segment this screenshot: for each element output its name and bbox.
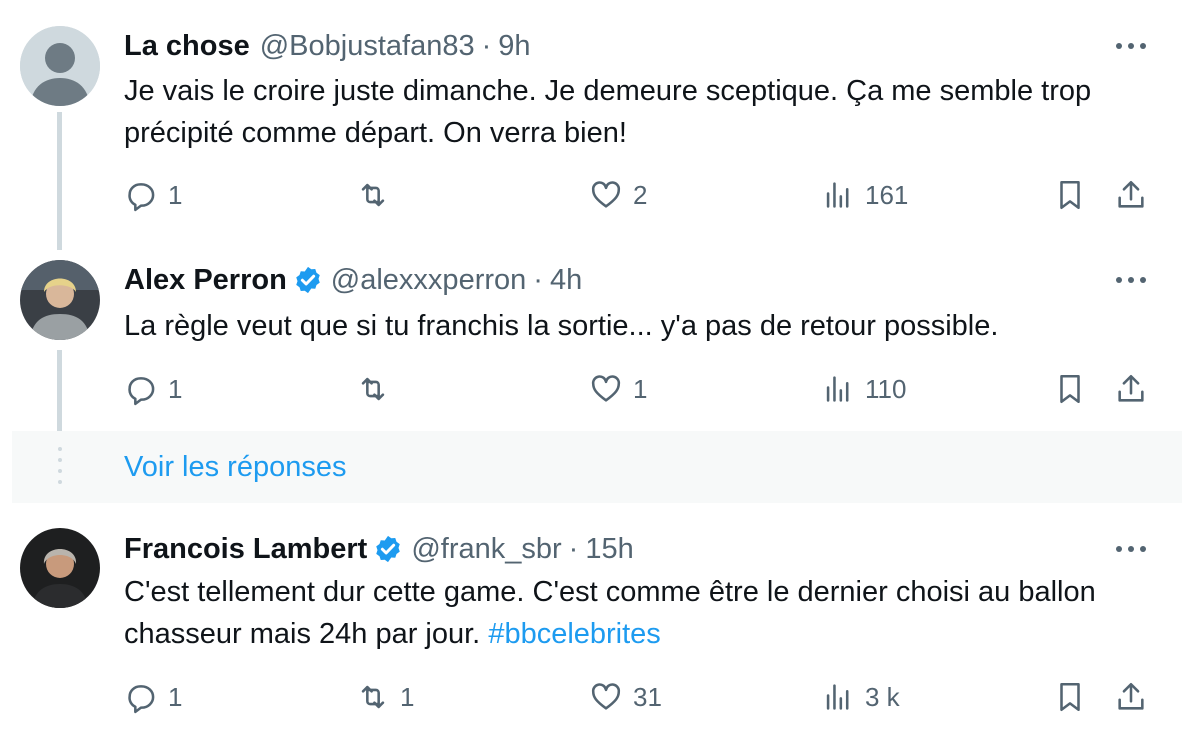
user-handle[interactable]: @alexxxperron <box>331 262 526 298</box>
thread-dots-icon <box>58 447 62 484</box>
retweet-icon <box>361 377 385 401</box>
bookmark-icon <box>1060 374 1080 404</box>
views-icon <box>826 376 849 402</box>
more-icon[interactable] <box>1114 270 1148 290</box>
views-button[interactable]: 110 <box>821 369 906 409</box>
like-icon <box>591 375 621 402</box>
default-avatar-icon <box>20 26 100 106</box>
tweet-text: C'est tellement dur cette game. C'est co… <box>124 571 1154 655</box>
retweet-count: 1 <box>400 681 415 712</box>
reply-count: 1 <box>168 179 183 210</box>
share-button[interactable] <box>1114 369 1148 409</box>
separator: · <box>481 30 492 62</box>
view-count: 3 k <box>865 681 900 712</box>
retweet-icon <box>361 685 385 709</box>
bookmark-button[interactable] <box>1053 677 1087 717</box>
reply-button[interactable]: 1 <box>124 175 182 215</box>
share-icon <box>1118 682 1144 710</box>
like-count: 2 <box>633 179 648 210</box>
share-button[interactable] <box>1114 175 1148 215</box>
separator: · <box>568 533 579 565</box>
views-button[interactable]: 161 <box>821 175 908 215</box>
like-icon <box>591 683 621 710</box>
display-name[interactable]: La chose <box>124 28 250 64</box>
avatar[interactable] <box>20 528 100 608</box>
reply-icon <box>128 377 155 406</box>
verified-badge-icon[interactable] <box>373 534 403 564</box>
bookmark-icon <box>1060 180 1080 210</box>
retweet-icon <box>361 183 385 207</box>
tweet-header: Francois Lambert @frank_sbr · 15h <box>124 531 634 567</box>
timestamp[interactable]: 15h <box>585 531 633 567</box>
tweet-text: La règle veut que si tu franchis la sort… <box>124 310 999 342</box>
reply-icon <box>128 685 155 714</box>
like-count: 1 <box>633 373 648 404</box>
show-replies-link[interactable]: Voir les réponses <box>124 447 346 487</box>
share-icon <box>1118 180 1144 208</box>
profile-photo-icon <box>20 528 100 608</box>
views-icon <box>826 182 849 208</box>
timestamp[interactable]: 9h <box>498 28 530 64</box>
hashtag-link[interactable]: #bbcelebrites <box>488 618 661 650</box>
bookmark-icon <box>1060 682 1080 712</box>
more-icon[interactable] <box>1114 539 1148 559</box>
share-icon <box>1118 374 1144 402</box>
verified-badge-icon[interactable] <box>293 265 323 295</box>
reply-button[interactable]: 1 <box>124 369 182 409</box>
like-button[interactable]: 31 <box>589 677 662 717</box>
view-count: 161 <box>865 179 909 210</box>
like-count: 31 <box>633 681 662 712</box>
like-button[interactable]: 2 <box>589 175 647 215</box>
action-bar: 1 2 161 <box>124 175 1164 215</box>
user-handle[interactable]: @frank_sbr <box>411 531 561 567</box>
display-name[interactable]: Francois Lambert <box>124 531 367 567</box>
action-bar: 1 1 31 3 k <box>124 677 1164 717</box>
view-count: 110 <box>865 373 907 404</box>
display-name[interactable]: Alex Perron <box>124 262 287 298</box>
retweet-button[interactable]: 1 <box>356 677 414 717</box>
user-handle[interactable]: @Bobjustafan83 <box>260 28 475 64</box>
views-button[interactable]: 3 k <box>821 677 900 717</box>
reply-icon <box>128 183 155 212</box>
timestamp[interactable]: 4h <box>550 262 582 298</box>
tweet-header: La chose @Bobjustafan83 · 9h <box>124 28 531 64</box>
separator: · <box>533 264 543 296</box>
tweet[interactable]: Alex Perron @alexxxperron · 4h La règle … <box>0 250 1182 431</box>
avatar[interactable] <box>20 260 100 340</box>
reply-count: 1 <box>168 681 183 712</box>
tweet-text: Je vais le croire juste dimanche. Je dem… <box>124 75 1092 149</box>
retweet-button[interactable] <box>356 369 400 409</box>
avatar[interactable] <box>20 26 100 106</box>
tweet[interactable]: Francois Lambert @frank_sbr · 15h C'est … <box>0 503 1182 736</box>
action-bar: 1 1 110 <box>124 369 1164 409</box>
tweet-header: Alex Perron @alexxxperron · 4h <box>124 262 582 298</box>
like-button[interactable]: 1 <box>589 369 647 409</box>
retweet-button[interactable] <box>356 175 400 215</box>
more-icon[interactable] <box>1114 36 1148 56</box>
views-icon <box>826 684 849 710</box>
reply-button[interactable]: 1 <box>124 677 182 717</box>
tweet[interactable]: La chose @Bobjustafan83 · 9h Je vais le … <box>0 0 1182 250</box>
reply-count: 1 <box>168 373 183 404</box>
share-button[interactable] <box>1114 677 1148 717</box>
like-icon <box>591 181 621 208</box>
profile-photo-icon <box>20 260 100 340</box>
bookmark-button[interactable] <box>1053 369 1087 409</box>
bookmark-button[interactable] <box>1053 175 1087 215</box>
show-replies-row[interactable]: Voir les réponses <box>12 431 1182 503</box>
